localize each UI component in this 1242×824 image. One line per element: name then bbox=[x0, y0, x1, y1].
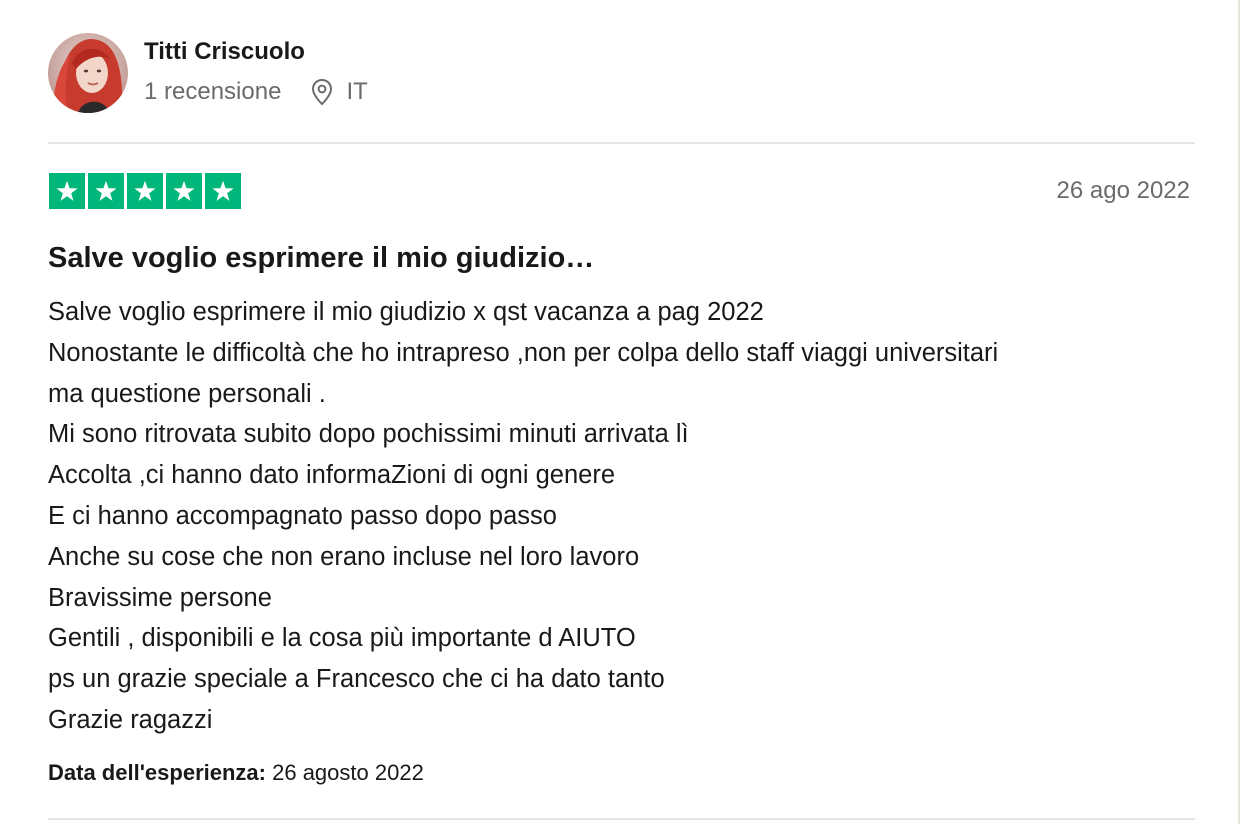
review-line: E ci hanno accompagnato passo dopo passo bbox=[48, 501, 557, 530]
location-pin-icon bbox=[310, 78, 334, 106]
star-icon bbox=[127, 173, 163, 209]
star-icon bbox=[205, 173, 241, 209]
avatar-image bbox=[48, 33, 128, 113]
experience-value: 26 agosto 2022 bbox=[272, 760, 424, 785]
reviewer-meta: 1 recensione IT bbox=[144, 77, 368, 107]
review-date: 26 ago 2022 bbox=[1056, 177, 1190, 204]
review-line: Mi sono ritrovata subito dopo pochissimi… bbox=[48, 420, 689, 449]
review-line: Nonostante le difficoltà che ho intrapre… bbox=[48, 338, 999, 367]
experience-date: Data dell'esperienza: 26 agosto 2022 bbox=[48, 760, 424, 786]
footer-divider bbox=[48, 818, 1195, 820]
avatar[interactable] bbox=[48, 33, 128, 113]
review-line: Salve voglio esprimere il mio giudizio x… bbox=[48, 298, 764, 326]
review-body: Salve voglio esprimere il mio giudizio x… bbox=[48, 292, 1198, 741]
review-line: Grazie ragazzi bbox=[48, 705, 213, 734]
review-line: Accolta ,ci hanno dato informaZioni di o… bbox=[48, 461, 616, 490]
experience-label: Data dell'esperienza: bbox=[48, 760, 266, 785]
review-line: ma questione personali . bbox=[48, 379, 326, 408]
review-card: Titti Criscuolo 1 recensione IT 26 ago 2… bbox=[0, 0, 1240, 824]
review-line: ps un grazie speciale a Francesco che ci… bbox=[48, 665, 665, 694]
reviewer-name[interactable]: Titti Criscuolo bbox=[144, 38, 305, 66]
review-line: Anche su cose che non erano incluse nel … bbox=[48, 542, 640, 571]
star-icon bbox=[49, 173, 85, 209]
review-title[interactable]: Salve voglio esprimere il mio giudizio… bbox=[48, 242, 594, 275]
review-line: Bravissime persone bbox=[48, 583, 272, 612]
reviewer-country: IT bbox=[346, 78, 368, 105]
star-icon bbox=[88, 173, 124, 209]
review-line: Gentili , disponibili e la cosa più impo… bbox=[48, 624, 636, 653]
reviewer-location: IT bbox=[310, 78, 368, 106]
header-divider bbox=[48, 142, 1195, 144]
star-icon bbox=[166, 173, 202, 209]
reviews-count: 1 recensione bbox=[144, 78, 282, 105]
star-rating bbox=[49, 173, 241, 209]
